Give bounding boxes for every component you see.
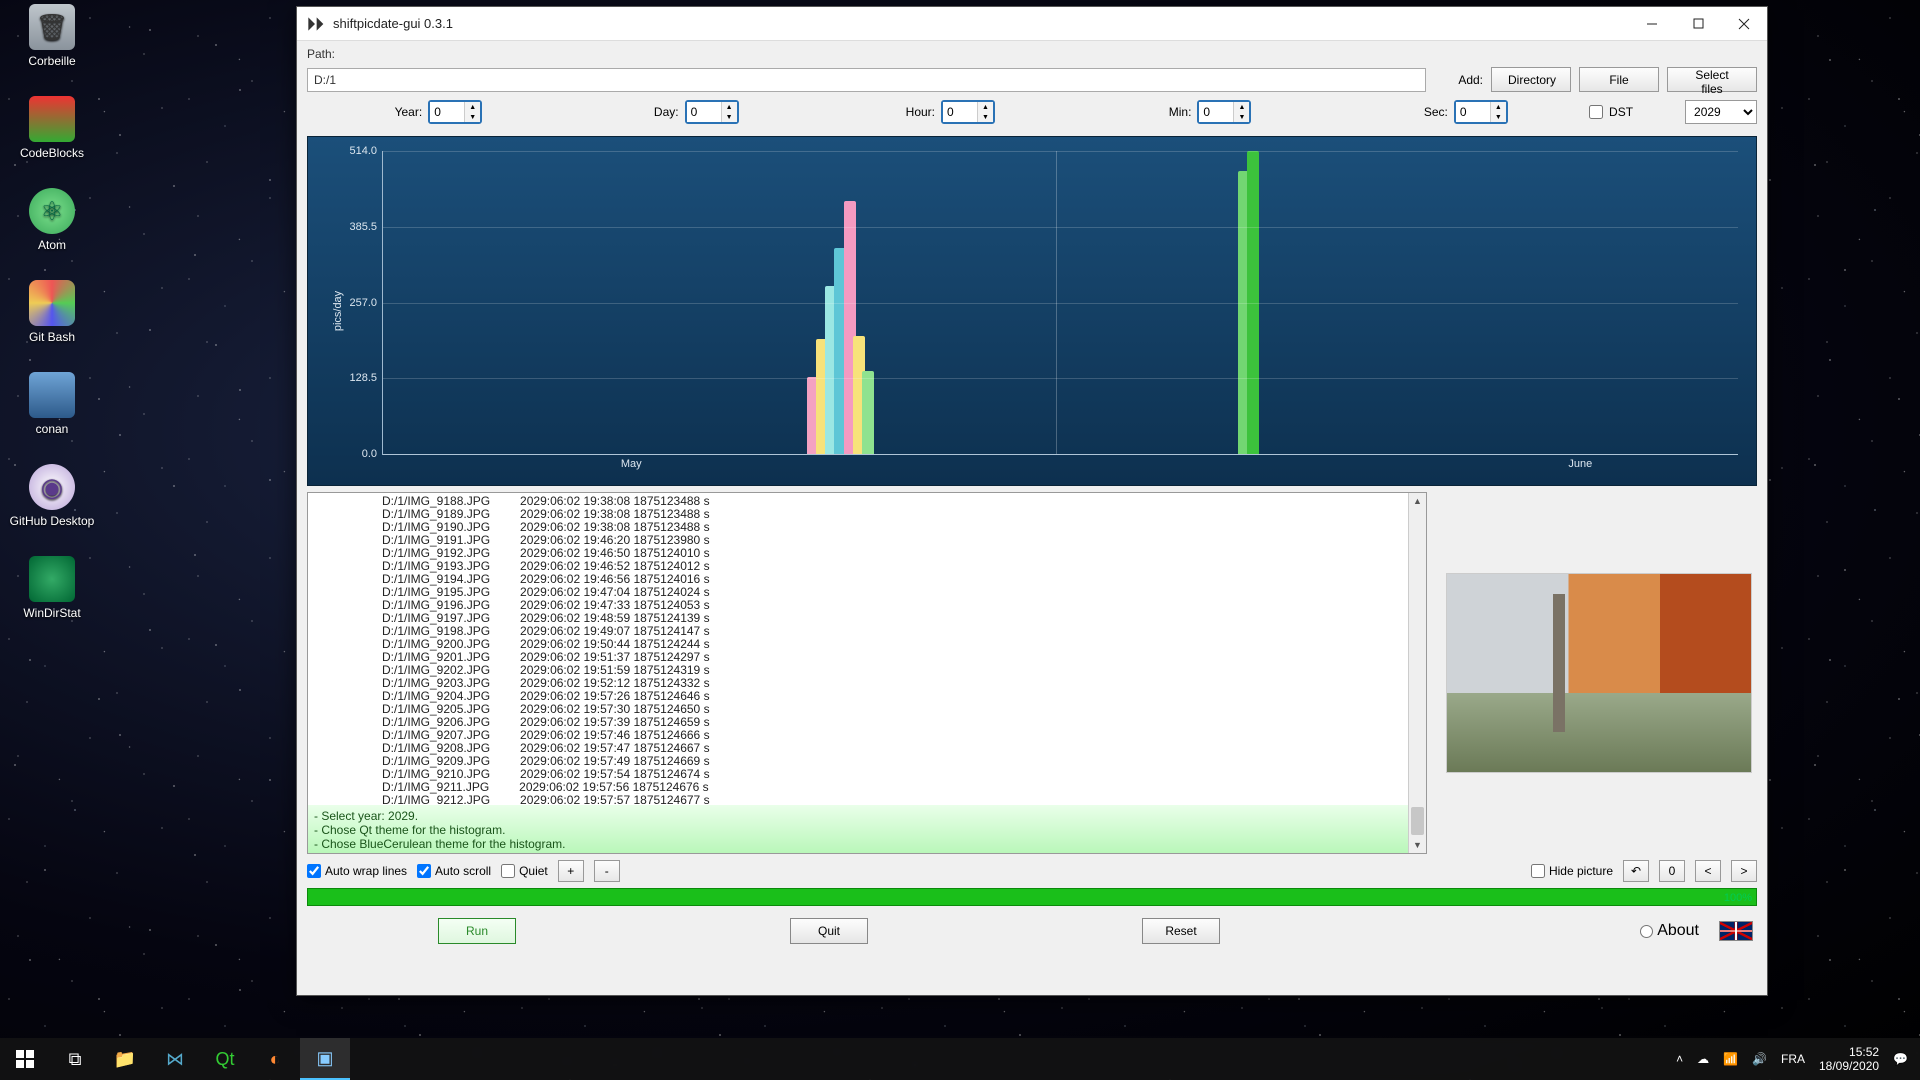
tray-volume-icon[interactable]: 🔊 [1752, 1052, 1767, 1066]
sec-label: Sec: [1408, 105, 1448, 119]
app-icon [305, 14, 325, 34]
start-button[interactable] [0, 1038, 50, 1080]
rotate-button[interactable]: ↶ [1623, 860, 1649, 882]
min-spinner[interactable]: ▲▼ [1197, 100, 1251, 124]
system-tray[interactable]: ˄ ☁ 📶 🔊 FRA 15:5218/09/2020 💬 [1664, 1045, 1920, 1073]
log-status: - Select year: 2029.- Chose Qt theme for… [308, 805, 1408, 853]
taskbar-firefox[interactable]: ◐ [250, 1038, 300, 1080]
preview-thumbnail[interactable] [1446, 573, 1752, 773]
select-files-button[interactable]: Select files [1667, 67, 1757, 92]
min-label: Min: [1151, 105, 1191, 119]
tray-chevron-icon[interactable]: ˄ [1676, 1052, 1683, 1066]
minimize-button[interactable] [1629, 7, 1675, 41]
quiet-checkbox[interactable] [501, 864, 515, 878]
progress-percent: 100% [1724, 889, 1752, 907]
year-up[interactable]: ▲ [464, 102, 480, 112]
year-label: Year: [382, 105, 422, 119]
tray-cloud-icon[interactable]: ☁ [1697, 1052, 1709, 1066]
progress-bar: 100% [307, 888, 1757, 906]
desktop-icon-conan[interactable]: conan [4, 372, 100, 436]
hour-spinner[interactable]: ▲▼ [941, 100, 995, 124]
chart-ylabel: pics/day [332, 291, 344, 331]
path-label: Path: [307, 47, 351, 61]
hour-label: Hour: [895, 105, 935, 119]
hidepicture-checkbox[interactable] [1531, 864, 1545, 878]
next-image-button[interactable]: > [1731, 860, 1757, 882]
tray-wifi-icon[interactable]: 📶 [1723, 1052, 1738, 1066]
taskbar-qt[interactable]: Qt [200, 1038, 250, 1080]
font-plus-button[interactable]: + [558, 860, 584, 882]
image-preview [1441, 492, 1757, 854]
taskview-button[interactable]: ⧉ [50, 1038, 100, 1080]
sec-spinner[interactable]: ▲▼ [1454, 100, 1508, 124]
reset-rotate-button[interactable]: 0 [1659, 860, 1685, 882]
add-file-button[interactable]: File [1579, 67, 1659, 92]
app-window: shiftpicdate-gui 0.3.1 Path: Add: Direct… [296, 6, 1768, 996]
autoscroll-checkbox[interactable] [417, 864, 431, 878]
desktop-icon-githubdesktop[interactable]: ◉GitHub Desktop [4, 464, 100, 528]
taskbar-explorer[interactable]: 📁 [100, 1038, 150, 1080]
prev-image-button[interactable]: < [1695, 860, 1721, 882]
taskbar-vscode[interactable]: ⋈ [150, 1038, 200, 1080]
year-down[interactable]: ▼ [464, 112, 480, 122]
year-spinner[interactable]: ▲▼ [428, 100, 482, 124]
log-scrollbar[interactable]: ▲▼ [1408, 493, 1426, 853]
language-flag-uk[interactable] [1719, 921, 1753, 941]
dst-checkbox[interactable] [1589, 105, 1603, 119]
font-minus-button[interactable]: - [594, 860, 620, 882]
window-title: shiftpicdate-gui 0.3.1 [333, 16, 453, 31]
titlebar[interactable]: shiftpicdate-gui 0.3.1 [297, 7, 1767, 41]
day-label: Day: [639, 105, 679, 119]
desktop-icon-gitbash[interactable]: Git Bash [4, 280, 100, 344]
reset-button[interactable]: Reset [1142, 918, 1220, 944]
histogram-chart[interactable]: pics/day 0.0128.5257.0385.5514.0MayJune [307, 136, 1757, 486]
close-button[interactable] [1721, 7, 1767, 41]
path-input[interactable] [307, 68, 1426, 92]
desktop-icon-codeblocks[interactable]: CodeBlocks [4, 96, 100, 160]
tray-language[interactable]: FRA [1781, 1052, 1805, 1066]
taskbar-shiftpicdate[interactable]: ▣ [300, 1038, 350, 1080]
maximize-button[interactable] [1675, 7, 1721, 41]
autowrap-checkbox[interactable] [307, 864, 321, 878]
quit-button[interactable]: Quit [790, 918, 868, 944]
run-button[interactable]: Run [438, 918, 516, 944]
add-directory-button[interactable]: Directory [1491, 67, 1571, 92]
tray-notifications-icon[interactable]: 💬 [1893, 1052, 1908, 1066]
add-label: Add: [1458, 73, 1483, 87]
taskbar[interactable]: ⧉ 📁 ⋈ Qt ◐ ▣ ˄ ☁ 📶 🔊 FRA 15:5218/09/2020… [0, 1038, 1920, 1080]
about-radio[interactable] [1640, 925, 1653, 938]
tray-clock[interactable]: 15:5218/09/2020 [1819, 1045, 1879, 1073]
year-select[interactable]: 2029 [1685, 100, 1757, 124]
desktop-icon-atom[interactable]: ⚛Atom [4, 188, 100, 252]
desktop-icon-corbeille[interactable]: 🗑Corbeille [4, 4, 100, 68]
desktop-icons: 🗑Corbeille CodeBlocks ⚛Atom Git Bash con… [4, 4, 114, 620]
day-spinner[interactable]: ▲▼ [685, 100, 739, 124]
dst-label: DST [1609, 105, 1633, 119]
desktop-icon-windirstat[interactable]: WinDirStat [4, 556, 100, 620]
log-panel[interactable]: D:/1/IMG_9188.JPG 2029:06:02 19:38:08 18… [307, 492, 1427, 854]
